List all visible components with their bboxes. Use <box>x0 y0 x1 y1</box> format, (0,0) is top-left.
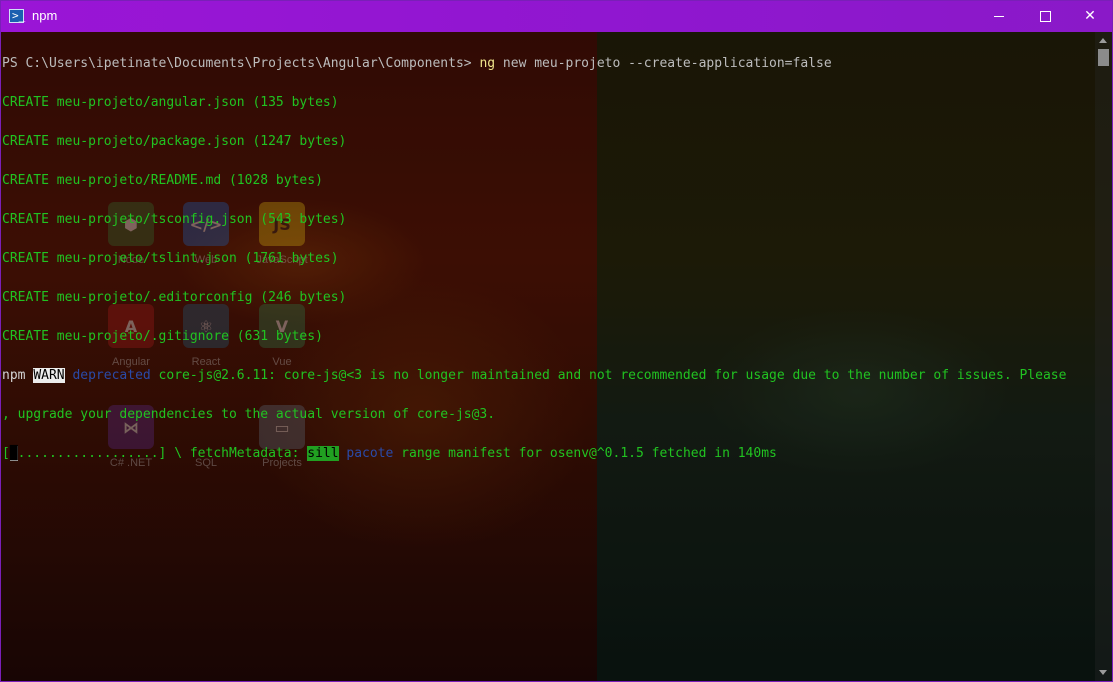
warn-message-continued: , upgrade your dependencies to the actua… <box>2 407 496 422</box>
prompt-path: PS C:\Users\ipetinate\Documents\Projects… <box>2 56 480 71</box>
terminal-window: ⬢ Node </> Web JS JavaScript A Angular ⚛… <box>0 0 1113 682</box>
maximize-button[interactable] <box>1022 1 1068 32</box>
scroll-down-arrow-icon[interactable] <box>1099 670 1107 675</box>
command-name: ng <box>479 56 496 71</box>
prompt-line: PS C:\Users\ipetinate\Documents\Projects… <box>2 57 1094 70</box>
minimize-icon <box>994 15 1004 17</box>
warn-message: core-js@2.6.11: core-js@<3 is no longer … <box>150 368 1067 383</box>
create-line: CREATE meu-projeto/angular.json (135 byt… <box>2 95 339 110</box>
vertical-scrollbar[interactable] <box>1095 32 1112 681</box>
progress-dots: ..................] \ fetchMetadata: <box>17 446 308 461</box>
create-line: CREATE meu-projeto/.editorconfig (246 by… <box>2 290 347 305</box>
warn-badge: WARN <box>33 368 65 383</box>
title-bar[interactable]: >_ npm ✕ <box>1 1 1112 32</box>
progress-message: range manifest for osenv@^0.1.5 fetched … <box>393 446 777 461</box>
maximize-icon <box>1039 10 1051 22</box>
create-line: CREATE meu-projeto/.gitignore (631 bytes… <box>2 329 323 344</box>
text-cursor: █ <box>9 446 18 461</box>
powershell-icon: >_ <box>9 9 25 23</box>
minimize-button[interactable] <box>976 1 1022 32</box>
close-icon: ✕ <box>1084 8 1096 24</box>
progress-open: [ <box>2 446 10 461</box>
scroll-thumb[interactable] <box>1098 49 1109 66</box>
progress-line: [█..................] \ fetchMetadata: s… <box>2 446 1094 461</box>
sill-badge: sill <box>307 446 339 461</box>
command-args: new meu-projeto --create-application=fal… <box>495 56 832 71</box>
warn-npm: npm <box>2 368 34 383</box>
window-title: npm <box>32 8 58 23</box>
create-line: CREATE meu-projeto/README.md (1028 bytes… <box>2 173 323 188</box>
scroll-up-arrow-icon[interactable] <box>1099 38 1107 43</box>
warn-line: npm WARN deprecated core-js@2.6.11: core… <box>2 368 1094 383</box>
create-line: CREATE meu-projeto/tsconfig.json (543 by… <box>2 212 347 227</box>
pacote-label: pacote <box>338 446 394 461</box>
create-line: CREATE meu-projeto/tslint.json (1761 byt… <box>2 251 339 266</box>
deprecated-label: deprecated <box>64 368 151 383</box>
close-button[interactable]: ✕ <box>1067 1 1112 32</box>
console-output[interactable]: PS C:\Users\ipetinate\Documents\Projects… <box>2 31 1094 671</box>
create-line: CREATE meu-projeto/package.json (1247 by… <box>2 134 347 149</box>
